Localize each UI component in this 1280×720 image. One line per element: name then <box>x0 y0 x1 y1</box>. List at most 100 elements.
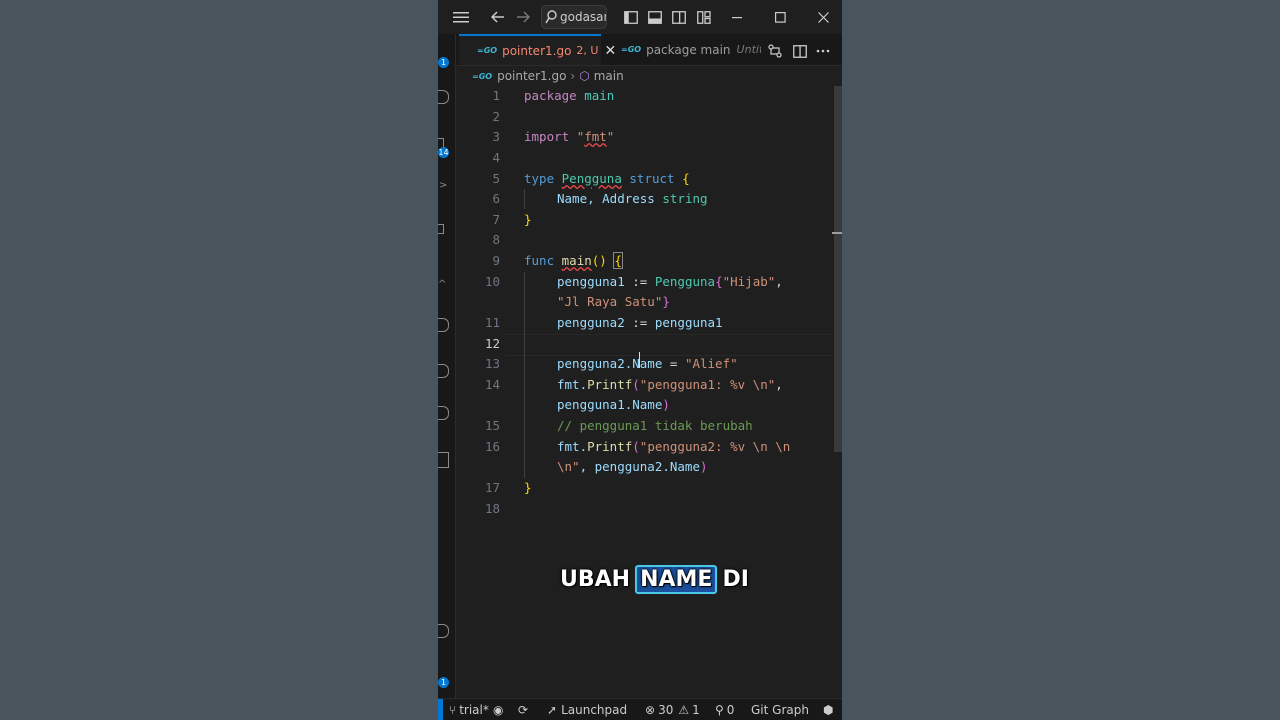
line-number: 7 <box>492 212 500 227</box>
notification-badge: 1 <box>438 57 449 68</box>
line-number: 17 <box>484 480 500 495</box>
line-number: 13 <box>484 356 500 371</box>
code-line: package main <box>524 88 615 103</box>
problems-status[interactable]: ⊗ 30 ⚠ 1 <box>645 699 700 720</box>
rocket-icon: ➚ <box>547 703 558 717</box>
go-file-icon: =GO <box>477 46 498 55</box>
code-line: fmt.Printf("pengguna2: %v \n \n <box>557 439 791 454</box>
ports-status[interactable]: ⚲ 0 <box>715 699 734 720</box>
indent-guide <box>524 272 525 478</box>
split-editor-icon[interactable] <box>791 40 809 62</box>
caption-word: DI <box>722 567 749 592</box>
indent-guide <box>524 189 525 209</box>
scrollbar-thumb[interactable] <box>834 86 842 452</box>
copilot-icon[interactable]: ⬢ <box>823 699 833 720</box>
title-bar: godasan <box>438 0 842 34</box>
line-number: 16 <box>484 439 500 454</box>
code-line: } <box>524 212 532 227</box>
breadcrumb-symbol[interactable]: main <box>594 69 624 83</box>
code-line: Name, Address string <box>557 191 708 206</box>
symbol-method-icon: ⬡ <box>579 69 590 83</box>
search-icon <box>545 10 557 24</box>
line-number: 18 <box>484 501 500 516</box>
code-line: import "fmt" <box>524 129 615 144</box>
line-number-current: 12 <box>484 336 500 351</box>
layout-panel-icon[interactable] <box>646 6 664 28</box>
go-file-icon: =GO <box>472 71 493 81</box>
line-number: 15 <box>484 418 500 433</box>
sync-icon[interactable]: ⟳ <box>518 699 528 720</box>
testing-icon[interactable] <box>438 318 449 332</box>
tab-extra: Untitled <box>736 43 761 56</box>
arrow-left-icon[interactable] <box>488 6 508 28</box>
code-editor[interactable]: 1 2 3 4 5 6 7 8 9 10 11 12 13 14 15 16 1… <box>456 86 832 698</box>
eye-icon[interactable]: ◉ <box>493 699 503 720</box>
line-number: 8 <box>492 232 500 247</box>
code-line: pengguna2 := pengguna1 <box>557 315 723 330</box>
error-icon: ⊗ <box>645 703 656 717</box>
remote-explorer-icon[interactable]: ^ <box>438 279 446 290</box>
remote-indicator[interactable] <box>438 699 443 720</box>
line-number: 11 <box>484 315 500 330</box>
breadcrumb-file[interactable]: pointer1.go <box>497 69 566 83</box>
gitlens-icon[interactable] <box>438 406 449 420</box>
database-icon[interactable] <box>438 452 449 468</box>
line-number: 1 <box>492 88 500 103</box>
code-line: } <box>524 480 532 495</box>
code-line: type Pengguna struct { <box>524 171 690 186</box>
launchpad-status[interactable]: ➚ Launchpad <box>547 699 627 720</box>
more-actions-icon[interactable] <box>814 40 832 62</box>
current-line-highlight <box>506 334 832 356</box>
minimize-icon[interactable] <box>726 6 748 28</box>
compare-changes-icon[interactable] <box>766 40 784 62</box>
scrollbar-cursor-marker <box>832 232 842 234</box>
code-line: fmt.Printf("pengguna1: %v \n", <box>557 377 783 392</box>
arrow-right-icon[interactable] <box>513 6 533 28</box>
search-text: godasan <box>560 10 607 24</box>
line-number: 5 <box>492 171 500 186</box>
git-graph-status[interactable]: Git Graph <box>751 699 809 720</box>
git-branch-icon: ⑂ <box>449 703 457 717</box>
maximize-icon[interactable] <box>769 6 791 28</box>
code-line: pengguna1.Name) <box>557 397 670 412</box>
vscode-window: godasan 1 14 > ^ 1 =GO pointer1.go 2, U … <box>438 0 842 720</box>
customize-layout-icon[interactable] <box>695 6 713 28</box>
ports-icon: ⚲ <box>715 703 724 717</box>
code-line: pengguna2.Name = "Alief" <box>557 356 738 371</box>
tab-package-main[interactable]: =GO package main Untitled <box>603 34 761 65</box>
command-center-search[interactable]: godasan <box>541 5 607 29</box>
accounts-icon[interactable] <box>438 624 449 638</box>
code-line: // pengguna1 tidak berubah <box>557 418 753 433</box>
vertical-scrollbar[interactable] <box>832 86 842 698</box>
code-line: \n", pengguna2.Name) <box>557 459 708 474</box>
run-debug-icon[interactable]: > <box>439 180 447 191</box>
branch-status[interactable]: ⑂ trial* <box>449 699 489 720</box>
activity-bar: 1 14 > ^ 1 <box>438 34 456 698</box>
status-bar: ⑂ trial* ◉ ⟳ ➚ Launchpad ⊗ 30 ⚠ 1 ⚲ 0 Gi… <box>438 698 842 720</box>
warning-icon: ⚠ <box>678 703 690 717</box>
tab-pointer1[interactable]: =GO pointer1.go 2, U ✕ <box>459 34 616 65</box>
close-icon[interactable] <box>812 6 834 28</box>
extensions-icon[interactable] <box>438 224 444 234</box>
line-number: 2 <box>492 109 500 124</box>
text-cursor-icon <box>639 352 640 368</box>
editor-tabs: =GO pointer1.go 2, U ✕ =GO package main … <box>456 34 842 66</box>
tab-label: package main <box>646 42 731 57</box>
docker-icon[interactable] <box>438 364 449 378</box>
line-number: 9 <box>492 253 500 268</box>
tab-label: pointer1.go <box>502 43 572 58</box>
layout-sidebar-icon[interactable] <box>622 6 640 28</box>
code-line: pengguna1 := Pengguna{"Hijab", <box>557 274 783 289</box>
settings-badge: 1 <box>438 677 449 688</box>
source-control-badge: 14 <box>438 147 449 158</box>
menu-icon[interactable] <box>450 6 472 28</box>
line-number: 4 <box>492 150 500 165</box>
tab-status: 2, U <box>576 44 599 57</box>
layout-sidebar-right-icon[interactable] <box>670 6 688 28</box>
go-file-icon: =GO <box>621 45 642 54</box>
line-number: 6 <box>492 191 500 206</box>
search-activity-icon[interactable] <box>438 90 449 104</box>
caption-highlight-word: NAME <box>635 565 718 594</box>
chevron-right-icon: › <box>570 69 576 83</box>
line-number: 10 <box>484 274 500 289</box>
